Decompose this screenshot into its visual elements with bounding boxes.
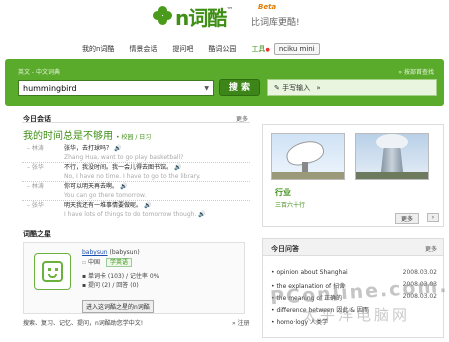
enter-star-nciku-button[interactable]: 进入这词酷之星的n词酷 xyxy=(82,300,154,313)
user-alias: (babysun) xyxy=(109,249,140,256)
satellite-dish-image[interactable] xyxy=(271,133,345,180)
user-role-badge: 学英语 xyxy=(105,258,132,267)
dialogue-english: I have lots of things to do tomorrow tho… xyxy=(64,211,206,218)
search-input-value: hummingbird xyxy=(23,84,77,93)
dialogue-chinese: 明天我还有一堆事情要做呢。 🔊 xyxy=(64,202,152,209)
tools-badge-icon: ● xyxy=(265,47,270,53)
questions-count: (2) xyxy=(101,282,111,289)
nav-conversation[interactable]: 情景会话 xyxy=(129,44,157,54)
dialogue-chinese: 你可以明天再去啊。 🔊 xyxy=(64,183,128,190)
speaker-icon[interactable]: 🔊 xyxy=(198,211,205,218)
featured-title[interactable]: 行业 xyxy=(275,187,291,198)
divider xyxy=(22,162,250,163)
user-location: 中国 xyxy=(88,259,101,266)
dictionary-selector[interactable]: 英文 - 中文词典 xyxy=(18,67,60,76)
speaker-name: – 张华 xyxy=(27,164,44,171)
next-arrow-icon[interactable]: › xyxy=(427,213,439,222)
dialogue-english: You can go there tomorrow. xyxy=(64,192,147,199)
word-cards-count: (103) xyxy=(107,273,125,280)
speaker-icon[interactable]: 🔊 xyxy=(174,164,181,171)
word-cards-label[interactable]: 单词卡 xyxy=(88,273,106,280)
beta-badge: Beta xyxy=(258,3,277,11)
location-icon: ▫ xyxy=(82,259,87,266)
brand-name: n词酷 xyxy=(175,5,227,30)
dialogue-english: No, I have no time. I have to go to the … xyxy=(64,173,201,180)
recall-label: / 记住率 xyxy=(125,273,148,280)
answers-count: (0) xyxy=(130,282,139,289)
qa-more-link[interactable]: 更多 xyxy=(425,244,437,253)
featured-topic-card: 行业 三百六十行 更多 › xyxy=(262,124,444,227)
questions-label[interactable]: 提问 xyxy=(88,282,100,289)
tagline: 比词库更酷! xyxy=(251,18,300,28)
answers-label: / 回答 xyxy=(112,282,129,289)
search-bar: 英文 - 中文词典 » 按部首查找 hummingbird ▼ 搜 索 ✎ 手写… xyxy=(5,59,449,106)
dropdown-caret-icon[interactable]: ▼ xyxy=(204,85,209,92)
handwrite-label: ✎ 手写输入 xyxy=(274,84,311,92)
radical-search-link[interactable]: » 按部首查找 xyxy=(398,67,434,76)
qa-header: 今日问答 更多 xyxy=(263,239,443,256)
conversation-title[interactable]: 我的时间总是不够用 • 校园 / 日习 xyxy=(23,127,151,142)
nav-ask[interactable]: 提问吧 xyxy=(172,44,193,54)
nciku-mini-button[interactable]: nciku mini xyxy=(273,43,320,55)
user-stats-words: ▪ 单词卡 (103) / 记住率 0% xyxy=(82,273,160,280)
speaker-name: – 张华 xyxy=(27,202,44,209)
user-stats-qa: ▪ 提问 (2) / 回答 (0) xyxy=(82,282,139,289)
user-name-line: babysun (babysun) xyxy=(82,249,140,257)
recall-value: 0% xyxy=(149,273,160,280)
speaker-icon[interactable]: 🔊 xyxy=(120,183,127,190)
dialogue-english: Zhang Hua, want to go play basketball? xyxy=(64,154,184,161)
smiley-icon xyxy=(42,261,63,282)
handwrite-caret-icon: » xyxy=(316,84,321,92)
nav-tools[interactable]: 工具● xyxy=(251,44,269,54)
speaker-icon[interactable]: 🔊 xyxy=(144,202,151,209)
featured-more-button[interactable]: 更多 xyxy=(394,213,419,224)
nav-word-park[interactable]: 酷词公园 xyxy=(208,44,236,54)
conversation-category[interactable]: • 校园 / 日习 xyxy=(116,134,151,141)
qa-heading: 今日问答 xyxy=(271,245,299,253)
flower-logo-icon xyxy=(153,6,173,26)
watermark-chinese: 太平洋电脑网 xyxy=(302,306,411,324)
qa-item[interactable]: • opinion about Shanghai 2008.03.02 xyxy=(271,269,437,276)
footer-slogan: 搜索、复习、记忆、提问，n词酷助您学中文! xyxy=(23,320,144,327)
dialogue-chinese: 张华，去打球吗？ 🔊 xyxy=(64,145,122,152)
trademark: ™ xyxy=(226,6,234,14)
dialogue-chinese: 不行，我没时间。我一会儿得去图书馆。 🔊 xyxy=(64,164,182,171)
user-location-line: ▫ 中国 学英语 xyxy=(82,258,132,267)
speaker-icon[interactable]: 🔊 xyxy=(114,145,121,152)
divider xyxy=(22,200,250,201)
speaker-name: – 林涛 xyxy=(27,145,44,152)
avatar[interactable] xyxy=(34,253,71,290)
featured-subtitle: 三百六十行 xyxy=(275,202,306,209)
star-user-card: babysun (babysun) ▫ 中国 学英语 ▪ 单词卡 (103) /… xyxy=(23,242,245,314)
nav-my-nciku[interactable]: 我的n词酷 xyxy=(82,44,114,54)
cooling-tower-image[interactable] xyxy=(355,133,429,180)
user-name-link[interactable]: babysun xyxy=(82,249,108,256)
star-heading: 词酷之星 xyxy=(23,230,51,238)
logo[interactable]: n词酷 ™ Beta 比词库更酷! xyxy=(153,3,300,30)
conversation-title-text: 我的时间总是不够用 xyxy=(23,131,113,142)
handwrite-input-button[interactable]: ✎ 手写输入 » 帮助 xyxy=(267,79,449,96)
speaker-name: – 林涛 xyxy=(27,183,44,190)
top-nav: 我的n词酷 情景会话 提问吧 酷词公园 工具● nciku mini xyxy=(82,43,320,55)
divider xyxy=(22,122,250,123)
divider xyxy=(22,181,250,182)
search-button[interactable]: 搜 索 xyxy=(219,79,260,96)
register-link[interactable]: » 注册 xyxy=(232,318,250,327)
tools-label: 工具 xyxy=(251,45,266,53)
search-input[interactable]: hummingbird ▼ xyxy=(18,80,214,96)
